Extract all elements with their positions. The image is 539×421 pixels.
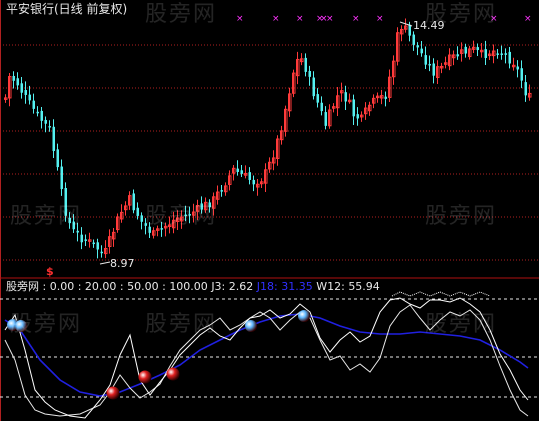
- candle-body-down: [304, 57, 307, 72]
- candle-body-down: [344, 92, 347, 102]
- candle-body-down: [248, 172, 251, 180]
- candle-body-down: [40, 110, 43, 121]
- candle-body-down: [84, 239, 87, 241]
- watermark: 股旁网: [145, 312, 217, 337]
- candle-body-down: [96, 242, 99, 250]
- cross-marker: ×: [376, 14, 384, 24]
- candle-body-down: [36, 111, 39, 114]
- candle-body-down: [308, 70, 311, 77]
- buy-signal-ball: [138, 370, 152, 384]
- candle-body-down: [424, 55, 427, 65]
- candle-body-down: [76, 230, 79, 233]
- cross-marker: ×: [296, 14, 304, 24]
- candle-body-down: [504, 53, 507, 55]
- signal-mark: $: [46, 265, 54, 278]
- candle-body-down: [48, 126, 51, 128]
- candle-body-down: [456, 54, 459, 57]
- candle-body-down: [496, 53, 499, 55]
- candle-body-down: [52, 126, 55, 152]
- cross-marker: ×: [524, 14, 532, 24]
- candle-body-down: [100, 251, 103, 254]
- candle-body-down: [420, 48, 423, 54]
- watermark: 股旁网: [145, 204, 217, 229]
- top-signal-ball: [245, 320, 257, 332]
- watermark: 股旁网: [10, 204, 82, 229]
- buy-signal-ball: [106, 386, 120, 400]
- candle-body-down: [220, 190, 223, 192]
- candle-body-down: [12, 75, 15, 81]
- candle-body-down: [520, 68, 523, 81]
- candle-body-down: [320, 102, 323, 112]
- candle-body-down: [92, 242, 95, 245]
- candle-body-down: [44, 119, 47, 124]
- top-band: [391, 291, 491, 297]
- cross-marker: ×: [272, 14, 280, 24]
- candle-body-down: [236, 168, 239, 172]
- candle-body-down: [464, 46, 467, 54]
- candle-body-down: [384, 96, 387, 99]
- candle-body-down: [28, 94, 31, 101]
- candle-body-down: [416, 45, 419, 48]
- candle-body-down: [60, 166, 63, 190]
- candle-body-down: [484, 49, 487, 58]
- low-pointer: [99, 261, 111, 265]
- watermark: 股旁网: [10, 312, 82, 337]
- candle-body-down: [352, 99, 355, 117]
- candle-body-down: [476, 47, 479, 51]
- candle-body-down: [324, 112, 327, 126]
- candle-body-down: [500, 53, 503, 55]
- candle-body-down: [252, 179, 255, 185]
- candle-body-down: [356, 114, 359, 119]
- candle-body-down: [428, 63, 431, 66]
- top-signal-ball: [298, 310, 310, 322]
- candle-body-down: [56, 149, 59, 168]
- candle-body-down: [316, 94, 319, 103]
- candle-body-down: [240, 170, 243, 174]
- candle-body-down: [412, 34, 415, 45]
- stock-chart[interactable]: × × × ××× × × × × 14.498.97$ 股旁网 股旁网股旁网 股旁网股旁网 股旁网…: [0, 0, 539, 421]
- candle-body-down: [432, 63, 435, 76]
- candle-body-down: [508, 51, 511, 64]
- watermarks: 股旁网 股旁网股旁网 股旁网股旁网 股旁网股旁网股旁网: [10, 2, 497, 337]
- candle-body-down: [32, 100, 35, 109]
- low-price-label: 8.97: [110, 257, 135, 270]
- candle-body-down: [132, 193, 135, 211]
- candle-body-down: [408, 24, 411, 36]
- watermark: 股旁网: [425, 2, 497, 27]
- candle-body-down: [524, 82, 527, 96]
- price-annotations: 14.498.97$: [46, 19, 445, 278]
- watermark: 股旁网: [145, 2, 217, 27]
- cross-marker: ×: [352, 14, 360, 24]
- candle-body-down: [136, 207, 139, 216]
- candle-body-down: [312, 77, 315, 97]
- watermark: 股旁网: [425, 204, 497, 229]
- cross-marker: ×: [236, 14, 244, 24]
- candle-body-down: [80, 234, 83, 243]
- watermark: 股旁网: [425, 312, 497, 337]
- candle-body-down: [16, 78, 19, 86]
- candle-body-down: [20, 83, 23, 93]
- candle-body-down: [516, 66, 519, 70]
- indicator-panel: [0, 291, 539, 419]
- buy-signal-ball: [166, 367, 180, 381]
- candle-body-down: [24, 90, 27, 95]
- candle-body-down: [140, 215, 143, 222]
- cross-marker: ×: [326, 14, 334, 24]
